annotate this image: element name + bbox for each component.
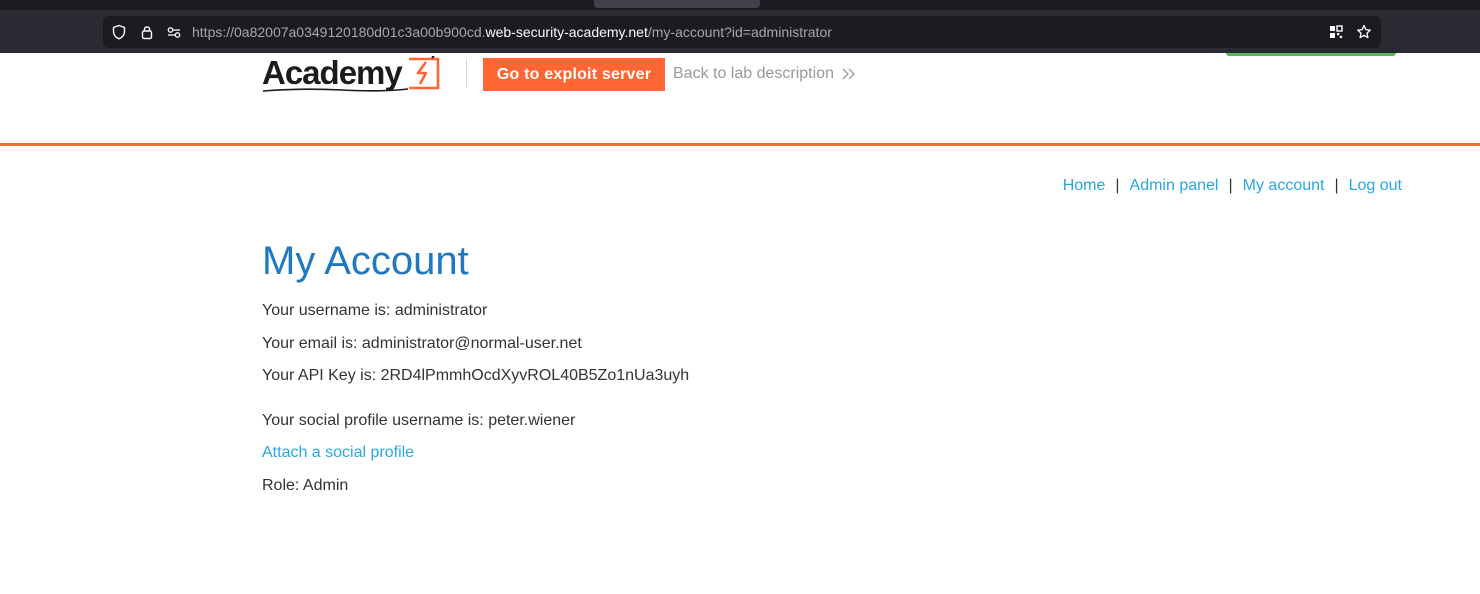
lightning-icon <box>409 56 440 90</box>
lab-status-widget <box>1226 53 1396 56</box>
site-permissions-icon[interactable] <box>166 24 182 40</box>
header-divider <box>466 59 467 87</box>
lab-header: Academy Go to exploit server Back to lab… <box>0 53 1480 146</box>
nav-home-link[interactable]: Home <box>1063 177 1106 194</box>
nav-my-account-link[interactable]: My account <box>1243 177 1325 194</box>
page-title: My Account <box>262 239 469 283</box>
nav-separator: | <box>1115 177 1120 194</box>
attach-social-profile-row: Attach a social profile <box>262 444 414 462</box>
logo-underline <box>262 88 409 92</box>
lock-icon[interactable] <box>139 24 155 40</box>
nav-separator: | <box>1334 177 1339 194</box>
url-host: web-security-academy.net <box>485 24 648 40</box>
qr-code-icon[interactable] <box>1328 24 1344 40</box>
nav-log-out-link[interactable]: Log out <box>1349 177 1402 194</box>
shield-icon[interactable] <box>111 24 127 40</box>
exploit-server-button[interactable]: Go to exploit server <box>483 58 665 91</box>
account-content: My Account Your username is: administrat… <box>262 238 1162 494</box>
top-nav: Home | Admin panel | My account | Log out <box>1063 177 1402 195</box>
email-text: Your email is: administrator@normal-user… <box>262 335 582 352</box>
double-chevron-right-icon[interactable] <box>842 68 856 80</box>
back-to-lab-link[interactable]: Back to lab description <box>673 65 834 83</box>
url-path: /my-account?id=administrator <box>647 24 832 40</box>
url-prefix: https://0a82007a0349120180d01c3a00b900cd… <box>192 24 486 40</box>
nav-separator: | <box>1228 177 1233 194</box>
active-tab-edge[interactable] <box>594 0 760 8</box>
url-text[interactable]: https://0a82007a0349120180d01c3a00b900cd… <box>192 24 832 40</box>
browser-toolbar: https://0a82007a0349120180d01c3a00b900cd… <box>0 0 1480 53</box>
nav-admin-panel-link[interactable]: Admin panel <box>1130 177 1219 194</box>
address-bar[interactable]: https://0a82007a0349120180d01c3a00b900cd… <box>103 16 1381 48</box>
username-text: Your username is: administrator <box>262 302 488 319</box>
bookmark-star-icon[interactable] <box>1356 24 1372 40</box>
role-text: Role: Admin <box>262 477 349 494</box>
social-profile-text: Your social profile username is: peter.w… <box>262 412 576 429</box>
attach-social-profile-link[interactable]: Attach a social profile <box>262 444 414 461</box>
logo-text: Academy <box>262 54 403 91</box>
api-key-text: Your API Key is: 2RD4lPmmhOcdXyvROL40B5Z… <box>262 367 690 384</box>
